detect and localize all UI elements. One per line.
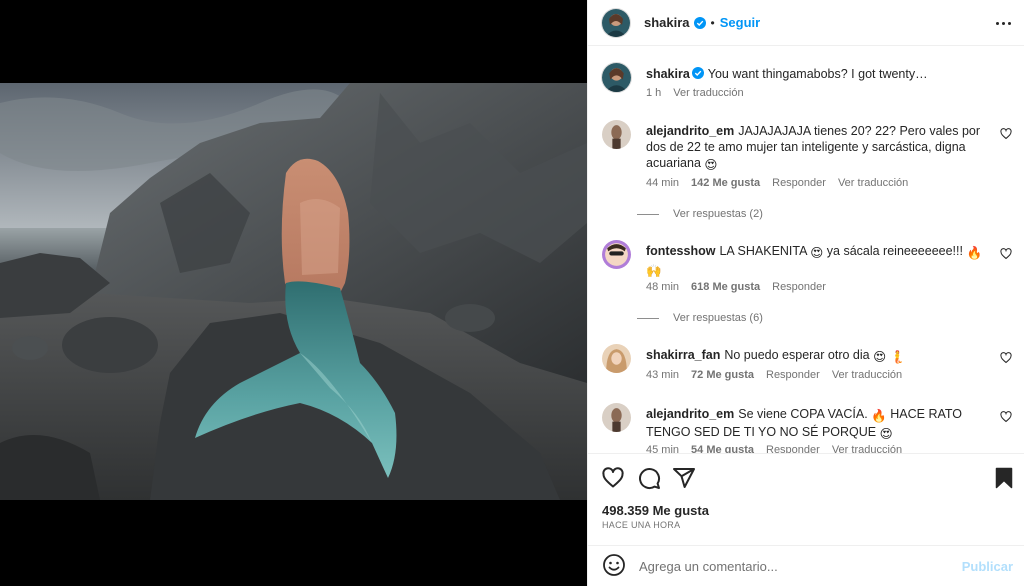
- follow-button[interactable]: Seguir: [720, 15, 760, 30]
- comment-username[interactable]: alejandrito_em: [646, 124, 734, 138]
- view-replies-button[interactable]: Ver respuestas (2): [637, 208, 763, 220]
- translate-link[interactable]: Ver traducción: [832, 444, 902, 453]
- heart-eyes-emoji: 😍: [810, 246, 824, 260]
- commenter-avatar[interactable]: [602, 120, 631, 149]
- post-header: shakira • Seguir: [588, 0, 1024, 46]
- bookmark-icon[interactable]: [992, 466, 1016, 490]
- comment-likes[interactable]: 142 Me gusta: [691, 177, 760, 189]
- reply-button[interactable]: Responder: [766, 444, 820, 453]
- replies-line: [637, 317, 659, 319]
- caption-body: You want thingamabobs? I got twenty…: [707, 67, 928, 81]
- comment-like-heart-icon[interactable]: [1000, 128, 1012, 140]
- comment-username[interactable]: fontesshow: [646, 244, 715, 258]
- author-avatar[interactable]: [602, 8, 630, 37]
- fire-emoji: 🔥: [966, 246, 983, 260]
- comment-icon[interactable]: [637, 466, 661, 490]
- caption-translate-link[interactable]: Ver traducción: [673, 87, 743, 99]
- author-avatar[interactable]: [602, 63, 631, 92]
- publish-button[interactable]: Publicar: [962, 559, 1013, 574]
- add-comment-bar: Publicar: [588, 545, 1024, 586]
- comment-like-heart-icon[interactable]: [1000, 248, 1012, 260]
- comment-like-heart-icon[interactable]: [1000, 411, 1012, 423]
- author-username[interactable]: shakira: [644, 15, 690, 30]
- likes-count[interactable]: 498.359 Me gusta: [602, 503, 709, 518]
- translate-link[interactable]: Ver traducción: [832, 369, 902, 381]
- verified-badge-icon: [693, 16, 706, 29]
- instagram-post-modal: shakira • Seguir shakira You want thinga…: [0, 0, 1024, 586]
- comment-body-a: Se viene COPA VACÍA.: [738, 407, 868, 421]
- comment-body-b: ya sácala reineeeeeee!!!: [826, 244, 963, 258]
- fire-emoji: 🔥: [871, 409, 887, 423]
- comment-likes[interactable]: 72 Me gusta: [691, 369, 754, 381]
- translate-link[interactable]: Ver traducción: [838, 177, 908, 189]
- comment-text: alejandrito_em JAJAJAJAJA tienes 20? 22? …: [646, 123, 996, 173]
- comment-like-heart-icon[interactable]: [1000, 352, 1012, 364]
- comment-body: No puedo esperar otro dia: [724, 348, 870, 362]
- caption-time[interactable]: 1 h: [646, 87, 661, 99]
- comment-item: fontesshow LA SHAKENITA 😍 ya sácala reine…: [602, 240, 1012, 330]
- comment-meta: 44 min 142 Me gusta Responder Ver traduc…: [646, 177, 908, 189]
- comments-list[interactable]: shakira You want thingamabobs? I got twen…: [588, 47, 1024, 453]
- heart-eyes-emoji: 😍: [879, 427, 893, 441]
- raised-hands-emoji: 🙌: [646, 264, 662, 278]
- comment-text: fontesshow LA SHAKENITA 😍 ya sácala reine…: [646, 243, 996, 279]
- comment-meta: 43 min 72 Me gusta Responder Ver traducc…: [646, 369, 902, 381]
- comment-text: shakirra_fan No puedo esperar otro dia 😍 …: [646, 347, 996, 365]
- more-options-icon[interactable]: [993, 13, 1013, 33]
- post-actions: 498.359 Me gusta HACE UNA HORA: [588, 453, 1024, 535]
- commenter-avatar[interactable]: [602, 240, 631, 269]
- emoji-picker-icon[interactable]: [602, 553, 626, 580]
- heart-icon[interactable]: [601, 466, 625, 490]
- comment-item: alejandrito_em JAJAJAJAJA tienes 20? 22? …: [602, 120, 1012, 230]
- caption-text: shakira You want thingamabobs? I got twen…: [646, 66, 996, 82]
- comment-body-a: LA SHAKENITA: [719, 244, 807, 258]
- comment-text: alejandrito_em Se viene COPA VACÍA. 🔥 HAC…: [646, 406, 996, 442]
- view-replies-label[interactable]: Ver respuestas (6): [673, 312, 763, 324]
- view-replies-label[interactable]: Ver respuestas (2): [673, 208, 763, 220]
- comment-item: shakirra_fan No puedo esperar otro dia 😍 …: [602, 344, 1012, 389]
- comment-likes[interactable]: 618 Me gusta: [691, 281, 760, 293]
- reply-button[interactable]: Responder: [766, 369, 820, 381]
- verified-badge-icon: [691, 67, 704, 79]
- commenter-avatar[interactable]: [602, 403, 631, 432]
- comment-time[interactable]: 44 min: [646, 177, 679, 189]
- mermaid-emoji: 🧜: [889, 350, 906, 364]
- comment-meta: 48 min 618 Me gusta Responder: [646, 281, 826, 293]
- send-icon[interactable]: [672, 466, 696, 490]
- comment-time[interactable]: 48 min: [646, 281, 679, 293]
- post-sidebar: shakira • Seguir shakira You want thinga…: [587, 0, 1024, 586]
- comment-username[interactable]: alejandrito_em: [646, 407, 734, 421]
- caption-meta: 1 h Ver traducción: [646, 87, 744, 99]
- comment-time[interactable]: 45 min: [646, 444, 679, 453]
- caption-username[interactable]: shakira: [646, 67, 690, 81]
- post-media[interactable]: [0, 0, 587, 586]
- comment-meta: 45 min 54 Me gusta Responder Ver traducc…: [646, 444, 902, 453]
- comment-username[interactable]: shakirra_fan: [646, 348, 720, 362]
- replies-line: [637, 213, 659, 215]
- commenter-avatar[interactable]: [602, 344, 631, 373]
- heart-eyes-emoji: 😍: [873, 350, 887, 364]
- comment-likes[interactable]: 54 Me gusta: [691, 444, 754, 453]
- caption: shakira You want thingamabobs? I got twen…: [602, 63, 1012, 103]
- post-photo-mermaid[interactable]: [0, 83, 587, 500]
- comment-input[interactable]: [639, 558, 959, 574]
- reply-button[interactable]: Responder: [772, 177, 826, 189]
- header-separator: •: [710, 15, 715, 30]
- post-time[interactable]: HACE UNA HORA: [602, 520, 680, 530]
- comment-item: alejandrito_em Se viene COPA VACÍA. 🔥 HAC…: [602, 403, 1012, 453]
- heart-eyes-emoji: 😍: [704, 158, 718, 172]
- view-replies-button[interactable]: Ver respuestas (6): [637, 312, 763, 324]
- reply-button[interactable]: Responder: [772, 281, 826, 293]
- comment-time[interactable]: 43 min: [646, 369, 679, 381]
